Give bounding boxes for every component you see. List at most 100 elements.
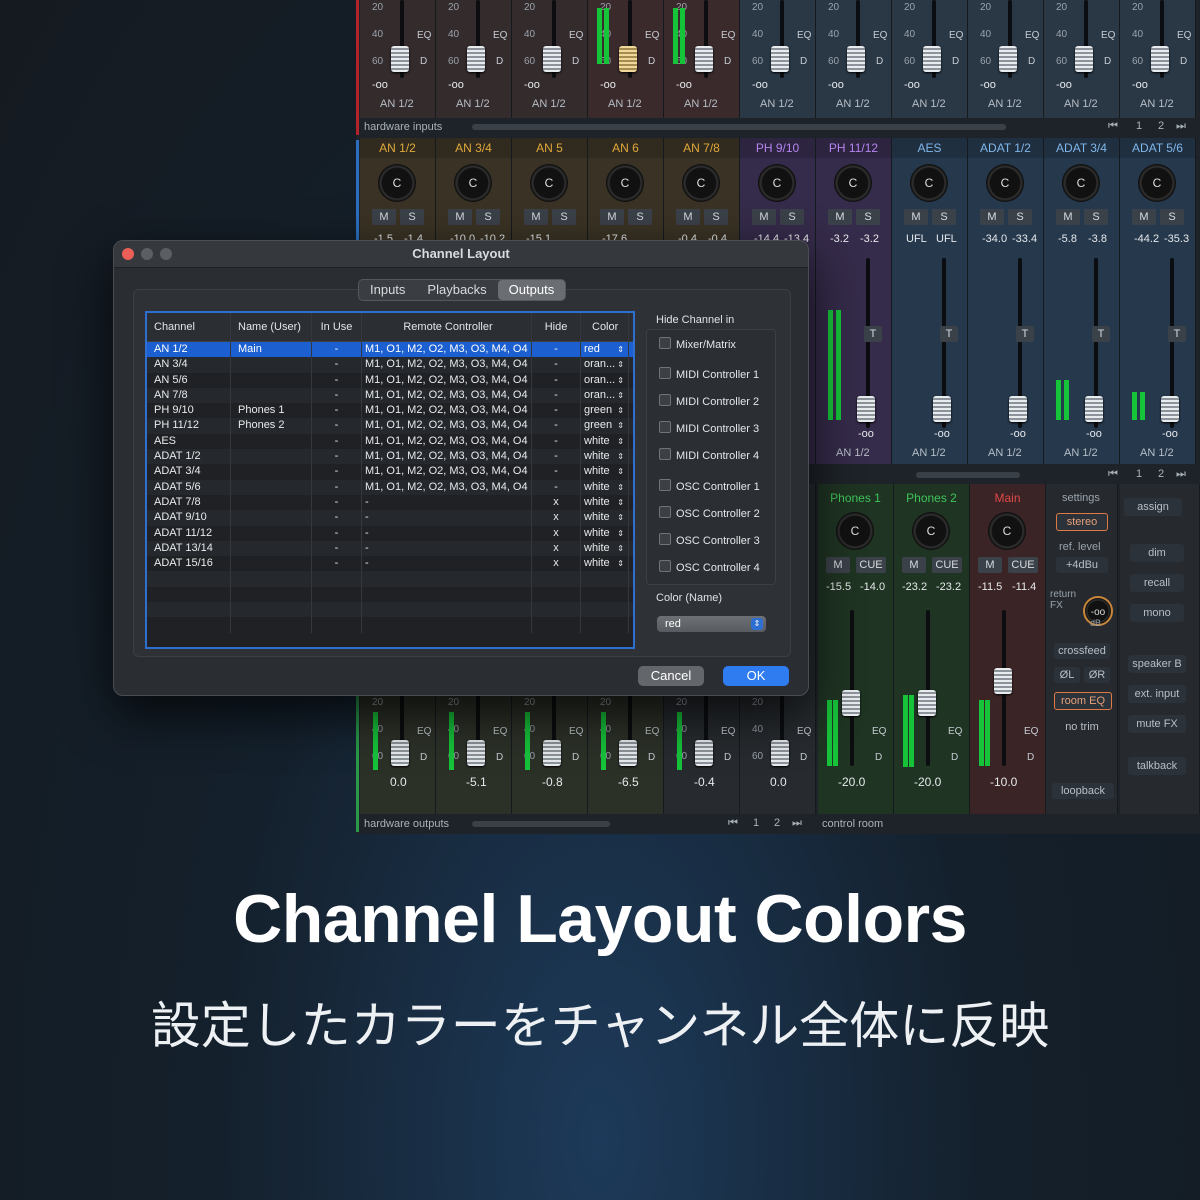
solo-button[interactable]: S — [1160, 209, 1184, 225]
mute-button[interactable]: M — [904, 209, 928, 225]
mute-button[interactable]: M — [980, 209, 1004, 225]
phase-right-button[interactable]: ØR — [1084, 667, 1110, 683]
hide-option-checkbox[interactable]: Mixer/Matrix — [659, 337, 736, 351]
table-row[interactable]: PH 9/10 Phones 1 - M1, O1, M2, O2, M3, O3, … — [147, 403, 633, 419]
fader-knob[interactable] — [1075, 46, 1093, 72]
t-button[interactable]: T — [940, 326, 958, 342]
routing-select[interactable]: AN 1/2 — [380, 98, 414, 114]
d-button[interactable]: D — [951, 752, 958, 763]
table-row[interactable]: AN 5/6 - M1, O1, M2, O2, M3, O3, M4, O4 - or… — [147, 372, 633, 388]
ref-level-select[interactable]: +4dBu — [1056, 557, 1108, 573]
eq-button[interactable]: EQ — [873, 30, 887, 41]
routing-select[interactable]: AN 1/2 — [912, 447, 946, 463]
t-button[interactable]: T — [1168, 326, 1186, 342]
checkbox-icon[interactable] — [659, 479, 671, 491]
cell-color[interactable]: white ⇕ — [581, 494, 629, 511]
table-row[interactable]: ADAT 3/4 - M1, O1, M2, O2, M3, O3, M4, O4 -… — [147, 464, 633, 480]
ok-button[interactable]: OK — [723, 666, 789, 686]
table-row[interactable]: ADAT 15/16 - - x white ⇕ — [147, 556, 633, 572]
mute-button[interactable]: M — [372, 209, 396, 225]
mono-button[interactable]: mono — [1130, 604, 1184, 622]
dim-button[interactable]: dim — [1130, 544, 1184, 562]
cancel-button[interactable]: Cancel — [638, 666, 704, 686]
prev-page-icon[interactable]: ⏮ — [1108, 120, 1118, 136]
d-button[interactable]: D — [572, 56, 579, 67]
fader-knob[interactable] — [1161, 396, 1179, 422]
column-name[interactable]: Name (User) — [231, 313, 312, 341]
tab-playbacks[interactable]: Playbacks — [416, 280, 497, 300]
hide-option-checkbox[interactable]: OSC Controller 1 — [659, 479, 760, 493]
fader-knob[interactable] — [1085, 396, 1103, 422]
eq-button[interactable]: EQ — [797, 726, 811, 737]
fader-knob[interactable] — [1151, 46, 1169, 72]
cue-button[interactable]: CUE — [856, 557, 886, 573]
checkbox-icon[interactable] — [659, 448, 671, 460]
solo-button[interactable]: S — [1008, 209, 1032, 225]
cell-color[interactable]: green ⇕ — [581, 403, 629, 419]
eq-button[interactable]: EQ — [569, 30, 583, 41]
mute-button[interactable]: M — [828, 209, 852, 225]
column-channel[interactable]: Channel — [147, 313, 231, 341]
d-button[interactable]: D — [420, 752, 427, 763]
speaker-b-button[interactable]: speaker B — [1128, 655, 1186, 673]
tab-inputs[interactable]: Inputs — [359, 280, 416, 300]
column-hide[interactable]: Hide — [532, 313, 581, 341]
eq-button[interactable]: EQ — [797, 30, 811, 41]
table-row[interactable]: ADAT 1/2 - M1, O1, M2, O2, M3, O3, M4, O4 -… — [147, 449, 633, 465]
checkbox-icon[interactable] — [659, 560, 671, 572]
d-button[interactable]: D — [1028, 56, 1035, 67]
d-button[interactable]: D — [800, 752, 807, 763]
d-button[interactable]: D — [572, 752, 579, 763]
cell-color[interactable]: oran... ⇕ — [581, 372, 629, 388]
fader-knob[interactable] — [543, 46, 561, 72]
routing-select[interactable]: AN 1/2 — [608, 98, 642, 114]
cue-button[interactable]: CUE — [932, 557, 962, 573]
column-in-use[interactable]: In Use — [312, 313, 362, 341]
d-button[interactable]: D — [1104, 56, 1111, 67]
d-button[interactable]: D — [1027, 752, 1034, 763]
routing-select[interactable]: AN 1/2 — [836, 98, 870, 114]
prev-page-icon[interactable]: ⏮ — [1108, 468, 1118, 484]
fader-knob[interactable] — [543, 740, 561, 766]
d-button[interactable]: D — [875, 752, 882, 763]
room-eq-button[interactable]: room EQ — [1054, 692, 1112, 710]
eq-button[interactable]: EQ — [948, 726, 962, 737]
mute-button[interactable]: M — [676, 209, 700, 225]
talkback-button[interactable]: talkback — [1128, 757, 1186, 775]
d-button[interactable]: D — [648, 752, 655, 763]
mute-button[interactable]: M — [826, 557, 850, 573]
d-button[interactable]: D — [724, 752, 731, 763]
pan-knob[interactable]: C — [378, 164, 416, 202]
hide-option-checkbox[interactable]: MIDI Controller 2 — [659, 394, 759, 408]
routing-select[interactable]: AN 1/2 — [1140, 98, 1174, 114]
page-2-button[interactable]: 2 — [1158, 120, 1164, 136]
cell-color[interactable]: oran... ⇕ — [581, 357, 629, 373]
page-2-button[interactable]: 2 — [774, 817, 780, 833]
eq-button[interactable]: EQ — [721, 30, 735, 41]
eq-button[interactable]: EQ — [645, 30, 659, 41]
eq-button[interactable]: EQ — [569, 726, 583, 737]
pan-knob[interactable]: C — [988, 512, 1026, 550]
hide-option-checkbox[interactable]: MIDI Controller 4 — [659, 448, 759, 462]
checkbox-icon[interactable] — [659, 533, 671, 545]
page-1-button[interactable]: 1 — [753, 817, 759, 833]
eq-button[interactable]: EQ — [1024, 726, 1038, 737]
page-1-button[interactable]: 1 — [1136, 468, 1142, 484]
pan-knob[interactable]: C — [986, 164, 1024, 202]
hide-option-checkbox[interactable]: MIDI Controller 3 — [659, 421, 759, 435]
pan-knob[interactable]: C — [1062, 164, 1100, 202]
fader-knob[interactable] — [695, 740, 713, 766]
solo-button[interactable]: S — [856, 209, 880, 225]
column-color[interactable]: Color — [581, 313, 629, 341]
pan-knob[interactable]: C — [606, 164, 644, 202]
routing-select[interactable]: AN 1/2 — [1140, 447, 1174, 463]
hide-option-checkbox[interactable]: OSC Controller 4 — [659, 560, 760, 574]
d-button[interactable]: D — [648, 56, 655, 67]
fader-knob[interactable] — [771, 46, 789, 72]
fader-knob[interactable] — [1009, 396, 1027, 422]
solo-button[interactable]: S — [476, 209, 500, 225]
mute-button[interactable]: M — [902, 557, 926, 573]
eq-button[interactable]: EQ — [645, 726, 659, 737]
ext-input-button[interactable]: ext. input — [1128, 685, 1186, 703]
fader-knob[interactable] — [994, 668, 1012, 694]
